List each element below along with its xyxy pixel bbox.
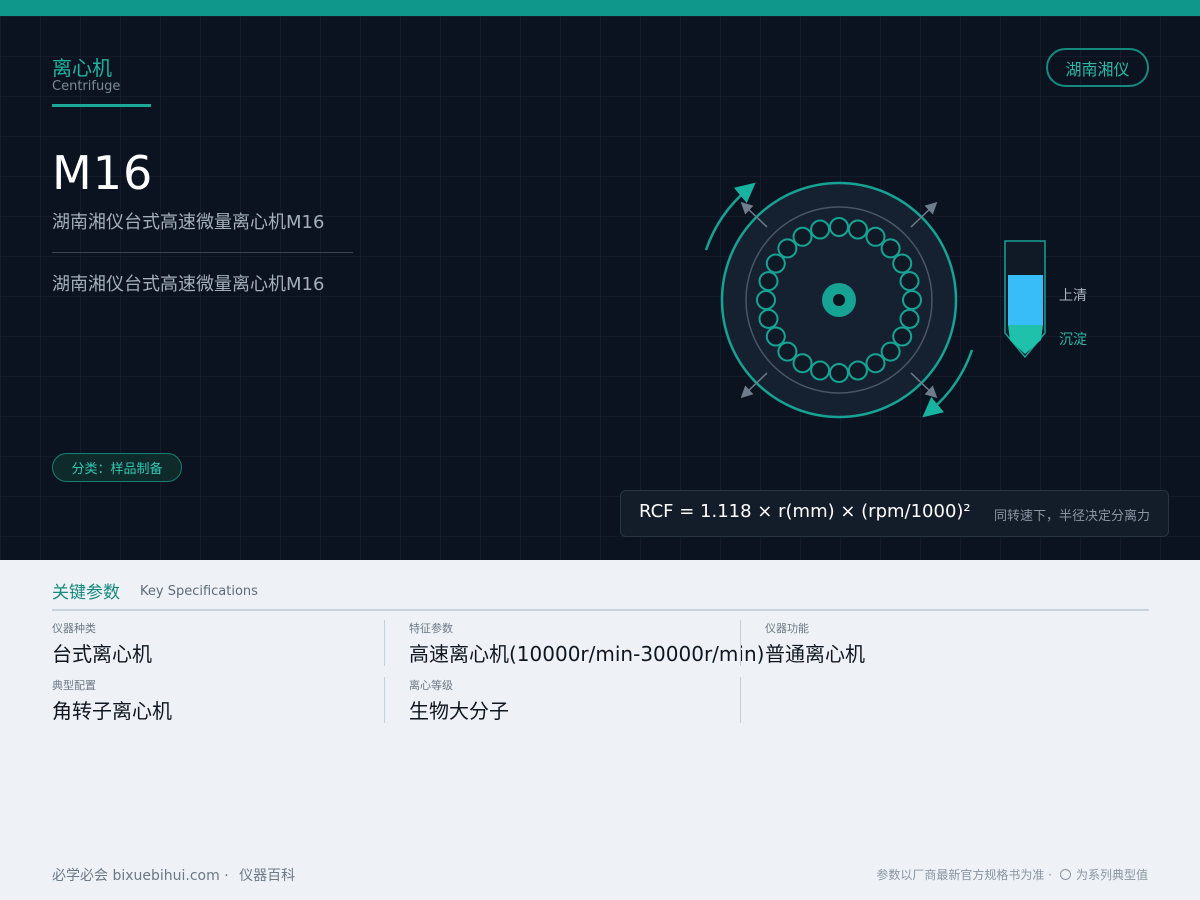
spec-cell-feature-params: 特征参数 高速离心机(10000r/min-30000r/min) — [384, 620, 765, 666]
product-model: M16 — [52, 146, 154, 200]
brand-badge[interactable]: 湖南湘仪 — [1046, 48, 1149, 87]
test-tube-icon — [1004, 240, 1046, 359]
tube-hole — [829, 217, 849, 237]
tube-hole — [792, 226, 813, 247]
spec-cell-grade: 离心等级 生物大分子 — [384, 677, 740, 723]
supernatant-label: 上清 — [1059, 288, 1087, 304]
specs-divider — [52, 609, 1149, 611]
spec-label: 仪器种类 — [52, 622, 96, 635]
rotor-spindle — [833, 294, 845, 306]
spec-value: 高速离心机(10000r/min-30000r/min) — [409, 642, 765, 666]
category-underline — [52, 104, 151, 107]
spec-label: 仪器功能 — [765, 622, 809, 635]
spec-value: 生物大分子 — [409, 699, 509, 723]
tube-hole — [899, 308, 920, 329]
tube-hole — [902, 290, 922, 310]
tube-hole — [880, 238, 901, 259]
top-accent-bar — [0, 0, 1200, 16]
product-subtitle: 湖南湘仪台式高速微量离心机M16 — [52, 212, 325, 233]
footer-right: 参数以厂商最新官方规格书为准 · 为系列典型值 — [876, 866, 1148, 883]
centrifuge-illustration — [704, 181, 1046, 419]
specs-subtitle: Key Specifications — [140, 584, 258, 599]
tube-hole — [847, 360, 868, 381]
formula-note: 同转速下，半径决定分离力 — [993, 509, 1150, 524]
spec-label: 典型配置 — [52, 679, 96, 692]
spec-value: 普通离心机 — [765, 642, 865, 666]
sediment-label: 沉淀 — [1059, 332, 1087, 348]
category-subtitle: Centrifuge — [52, 79, 121, 94]
tube-hole — [847, 219, 868, 240]
rcf-formula-box: RCF = 1.118 × r(mm) × (rpm/1000)² 同转速下，半… — [620, 490, 1169, 537]
spec-cell-function: 仪器功能 普通离心机 — [740, 620, 1096, 666]
tube-hole — [756, 290, 776, 310]
footer-section-link[interactable]: 仪器百科 — [239, 868, 295, 884]
tube-hole — [765, 326, 786, 347]
tube-hole — [777, 341, 798, 362]
spec-cell-typical-config: 典型配置 角转子离心机 — [52, 677, 408, 723]
rcf-formula: RCF = 1.118 × r(mm) × (rpm/1000)² — [639, 501, 971, 522]
tube-hole — [892, 326, 913, 347]
category-title: 离心机 — [52, 56, 112, 80]
spec-cell-instrument-type: 仪器种类 台式离心机 — [52, 620, 408, 666]
tube-hole — [765, 253, 786, 274]
spec-label: 特征参数 — [409, 622, 453, 635]
tube-hole — [899, 271, 920, 292]
specs-title: 关键参数 — [52, 583, 120, 603]
product-description: 湖南湘仪台式高速微量离心机M16 — [52, 274, 325, 295]
tube-hole — [880, 341, 901, 362]
footer-note: 参数以厂商最新官方规格书为准 · — [876, 868, 1052, 882]
tube-hole — [758, 271, 779, 292]
tube-hole — [792, 353, 813, 374]
category-tag[interactable]: 分类：样品制备 — [52, 453, 182, 482]
divider — [52, 252, 353, 253]
tube-hole — [865, 353, 886, 374]
footer-note-2: 为系列典型值 — [1075, 868, 1148, 882]
tube-hole — [892, 253, 913, 274]
tube-hole — [758, 308, 779, 329]
tube-hole — [777, 238, 798, 259]
spec-value: 台式离心机 — [52, 642, 152, 666]
tube-hole — [829, 363, 849, 383]
spec-label: 离心等级 — [409, 679, 453, 692]
tube-hole — [865, 226, 886, 247]
circle-icon — [1059, 869, 1071, 880]
footer-site-link[interactable]: 必学必会 bixuebihui.com · — [52, 868, 229, 884]
tube-hole — [810, 219, 831, 240]
tube-hole — [810, 360, 831, 381]
spec-cell-empty — [740, 677, 1096, 723]
footer-left: 必学必会 bixuebihui.com · 仪器百科 — [52, 865, 301, 885]
spec-value: 角转子离心机 — [52, 699, 172, 723]
